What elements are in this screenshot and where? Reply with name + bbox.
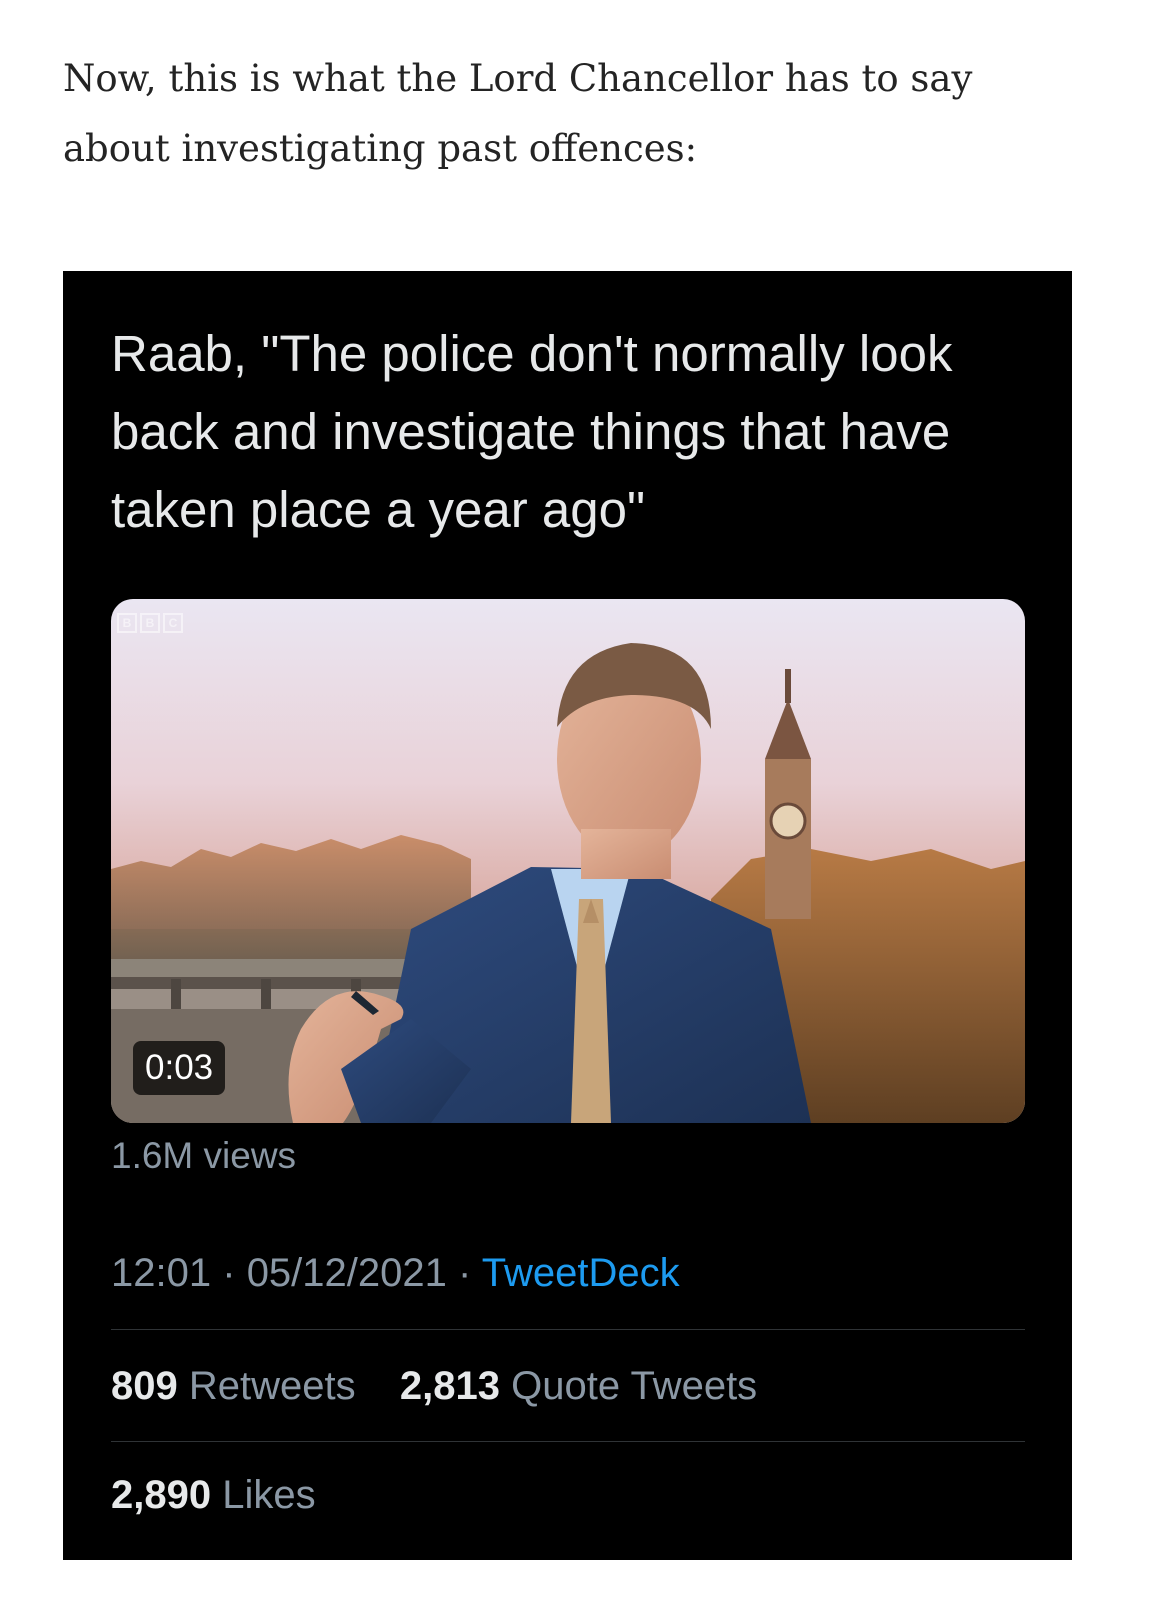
quote-tweets-label: Quote Tweets — [511, 1364, 758, 1408]
embedded-tweet[interactable]: Raab, "The police don't normally look ba… — [63, 271, 1072, 1560]
tweet-source-link[interactable]: TweetDeck — [482, 1251, 680, 1295]
retweets-count: 809 — [111, 1364, 178, 1408]
broadcaster-logo-letter: B — [117, 613, 137, 633]
likes-count: 2,890 — [111, 1473, 212, 1517]
tweet-time[interactable]: 12:01 — [111, 1251, 211, 1295]
meta-separator: · — [222, 1251, 236, 1295]
tweet-text: Raab, "The police don't normally look ba… — [111, 325, 953, 538]
retweets-label: Retweets — [188, 1364, 356, 1408]
tweet-metadata: 12:01 · 05/12/2021 · TweetDeck — [111, 1246, 680, 1300]
video-thumbnail — [111, 599, 1025, 1123]
likes-stats-row: 2,890 Likes — [111, 1468, 316, 1522]
article-intro-text: Now, this is what the Lord Chancellor ha… — [63, 57, 973, 170]
likes-label: Likes — [222, 1473, 316, 1517]
tweet-video[interactable]: B B C 0:03 — [111, 599, 1025, 1123]
broadcaster-logo-letter: C — [163, 613, 183, 633]
broadcaster-logo-letter: B — [140, 613, 160, 633]
divider — [111, 1329, 1025, 1330]
quote-tweets-stat[interactable]: 2,813 Quote Tweets — [400, 1364, 757, 1408]
divider — [111, 1441, 1025, 1442]
tweet-date[interactable]: 05/12/2021 — [247, 1251, 447, 1295]
retweets-stat[interactable]: 809 Retweets — [111, 1364, 367, 1408]
meta-separator: · — [458, 1251, 472, 1295]
broadcaster-logo: B B C — [117, 613, 183, 633]
likes-stat[interactable]: 2,890 Likes — [111, 1473, 316, 1517]
view-count: 1.6M views — [111, 1135, 297, 1176]
engagement-stats-row: 809 Retweets 2,813 Quote Tweets — [111, 1359, 757, 1413]
quote-tweets-count: 2,813 — [399, 1364, 500, 1408]
video-duration-badge: 0:03 — [133, 1041, 226, 1095]
